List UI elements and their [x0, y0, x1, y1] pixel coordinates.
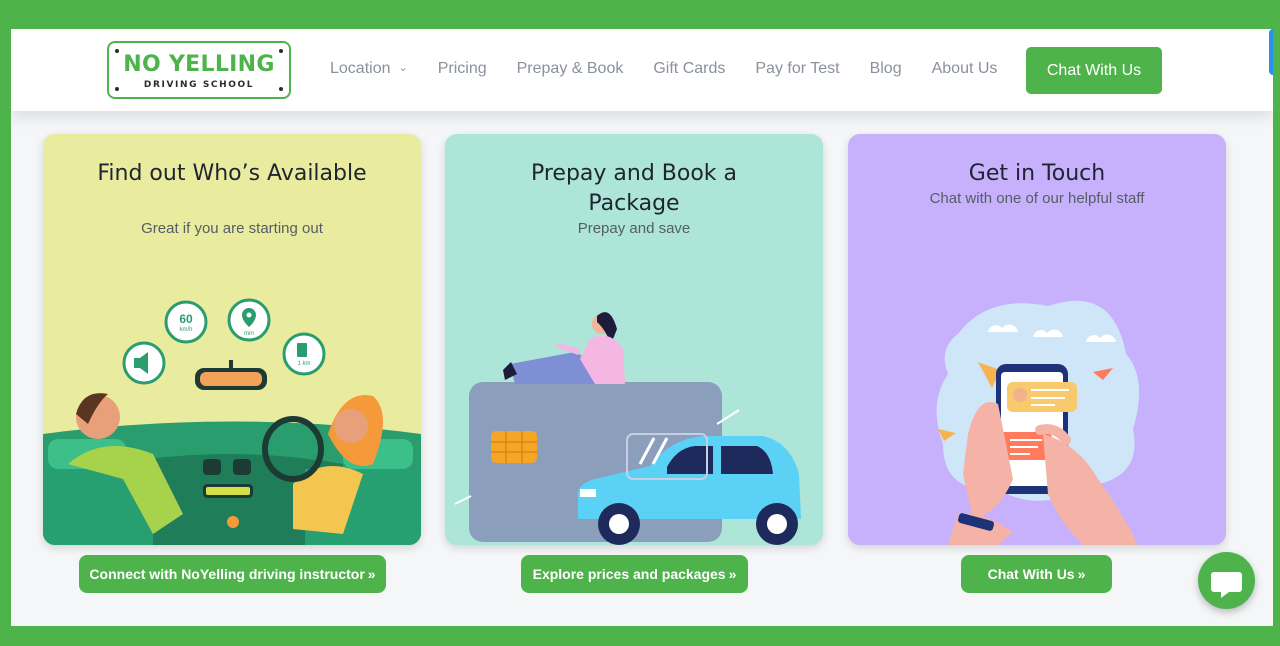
logo-subtitle: DRIVING SCHOOL — [143, 80, 255, 90]
logo[interactable]: NO YELLING DRIVING SCHOOL — [107, 41, 291, 99]
logo-title: NO YELLING — [123, 52, 275, 77]
floating-chat-button[interactable] — [1198, 552, 1255, 609]
card-get-in-touch: Get in Touch Chat with one of our helpfu… — [848, 134, 1226, 545]
card-find-available: Find out Who’s Available Great if you ar… — [43, 134, 421, 545]
button-label: Explore prices and packages — [532, 566, 726, 582]
scroll-indicator — [1269, 29, 1273, 75]
chat-bubble-icon — [1211, 572, 1242, 598]
explore-packages-button[interactable]: Explore prices and packages» — [521, 555, 748, 593]
chevron-right-icon: » — [728, 566, 737, 582]
time-unit: min — [244, 331, 254, 337]
card-title: Find out Who’s Available — [97, 161, 367, 186]
card-subtitle: Prepay and save — [577, 220, 691, 237]
card-title: Prepay and Book a Package — [530, 161, 738, 216]
nav-pricing[interactable]: Pricing — [438, 60, 487, 78]
nav-prepay-book[interactable]: Prepay & Book — [517, 60, 624, 78]
nav-gift-cards[interactable]: Gift Cards — [653, 60, 725, 78]
nav-about-us[interactable]: About Us — [932, 60, 998, 78]
header-chat-button[interactable]: Chat With Us — [1026, 47, 1162, 94]
card-subtitle: Great if you are starting out — [141, 220, 323, 237]
main-nav: Location ⌄ Pricing Prepay & Book Gift Car… — [330, 60, 1027, 78]
nav-pay-for-test[interactable]: Pay for Test — [755, 60, 839, 78]
site-header: NO YELLING DRIVING SCHOOL Location ⌄ Pric… — [11, 29, 1273, 111]
card-title: Get in Touch — [968, 161, 1106, 186]
button-label: Chat With Us — [987, 566, 1075, 582]
card-subtitle: Chat with one of our helpful staff — [929, 190, 1145, 207]
nav-location[interactable]: Location ⌄ — [330, 60, 408, 78]
button-label: Connect with NoYelling driving instructo… — [89, 566, 365, 582]
connect-instructor-button[interactable]: Connect with NoYelling driving instructo… — [79, 555, 386, 593]
speed-value: 60 — [179, 312, 193, 326]
card-prepay-book: Prepay and Book a Package Prepay and sav… — [445, 134, 823, 545]
chevron-down-icon: ⌄ — [398, 62, 408, 74]
page: NO YELLING DRIVING SCHOOL Location ⌄ Pric… — [11, 29, 1273, 626]
speed-unit: km/h — [179, 327, 193, 333]
nav-location-label: Location — [330, 60, 391, 77]
nav-blog[interactable]: Blog — [870, 60, 902, 78]
fuel-unit: 1 km — [297, 361, 311, 367]
card-chat-button[interactable]: Chat With Us» — [961, 555, 1112, 593]
driving-illustration — [43, 298, 421, 545]
chevron-right-icon: » — [367, 566, 376, 582]
chevron-right-icon: » — [1077, 566, 1086, 582]
